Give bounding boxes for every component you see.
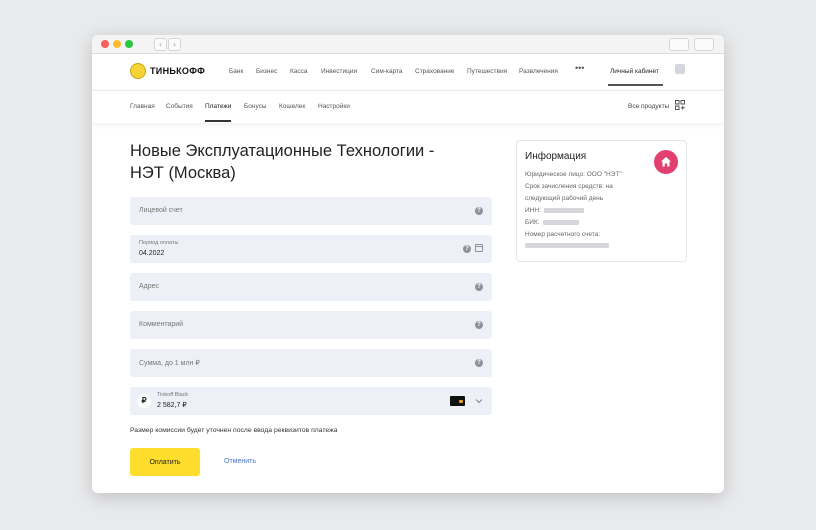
bik-value-redacted xyxy=(542,219,579,225)
address-placeholder: Адрес xyxy=(139,283,160,290)
zoom-window-button[interactable] xyxy=(125,40,133,48)
calendar-icon[interactable] xyxy=(475,244,483,252)
nav-item-business[interactable]: Бизнес xyxy=(256,68,277,75)
payment-period-field[interactable]: Период оплаты 04.2022 ? xyxy=(130,235,492,263)
title-bar: ‹ › xyxy=(92,35,724,54)
chevron-down-icon[interactable] xyxy=(475,397,483,405)
active-indicator xyxy=(608,84,663,86)
logo-text: ТИНЬКОФФ xyxy=(150,66,206,76)
info-panel: Информация Юридическое лицо: ООО "НЭТ" С… xyxy=(516,140,687,262)
transfer-term-line-2: следующий рабочий день xyxy=(525,195,604,202)
info-title: Информация xyxy=(525,151,587,162)
browser-window: ‹ › ТИНЬКОФФ Банк Бизнес Касса Инвестици… xyxy=(92,35,724,493)
account-number-field[interactable]: Лицевой счет ? xyxy=(130,197,492,225)
page-title: Новые Эксплуатационные Технологии - НЭТ … xyxy=(130,142,435,182)
ruble-icon: ₽ xyxy=(137,394,151,408)
subnav-item-events[interactable]: События xyxy=(166,103,193,110)
more-menu-icon[interactable]: ••• xyxy=(575,63,584,73)
commission-note: Размер комиссии будет уточнен после ввод… xyxy=(130,427,338,434)
comment-field[interactable]: Комментарий ? xyxy=(130,311,492,339)
cancel-link[interactable]: Отменить xyxy=(224,458,256,465)
account-number-label: Номер расчетного счета: xyxy=(525,231,601,238)
forward-icon[interactable]: › xyxy=(168,38,181,51)
help-icon[interactable]: ? xyxy=(475,207,483,215)
account-number-placeholder: Лицевой счет xyxy=(139,207,183,214)
tinkoff-logo[interactable]: ТИНЬКОФФ xyxy=(130,63,205,79)
active-tab-indicator xyxy=(205,120,231,122)
subnav-item-payments[interactable]: Платежи xyxy=(205,103,231,110)
all-products-link[interactable]: Все продукты xyxy=(628,103,669,110)
minimize-window-button[interactable] xyxy=(113,40,121,48)
help-icon[interactable]: ? xyxy=(463,245,471,253)
avatar-icon[interactable] xyxy=(675,64,685,74)
amount-field[interactable]: Сумма, до 1 млн ₽ ? xyxy=(130,349,492,377)
home-icon xyxy=(661,157,671,167)
subnav-item-settings[interactable]: Настройки xyxy=(318,103,350,110)
legal-entity: Юридическое лицо: ООО "НЭТ" xyxy=(525,171,622,178)
sub-navigation: Главная События Платежи Бонусы Кошелек Н… xyxy=(92,91,724,123)
subnav-item-bonuses[interactable]: Бонусы xyxy=(244,103,267,110)
home-badge xyxy=(654,150,678,174)
card-image-icon xyxy=(450,396,465,406)
nav-item-investments[interactable]: Инвестиции xyxy=(321,68,357,75)
back-icon[interactable]: ‹ xyxy=(154,38,167,51)
address-field[interactable]: Адрес ? xyxy=(130,273,492,301)
amount-placeholder: Сумма, до 1 млн ₽ xyxy=(139,360,200,367)
comment-placeholder: Комментарий xyxy=(139,321,184,328)
nav-item-travel[interactable]: Путешествия xyxy=(467,68,507,75)
nav-item-bank[interactable]: Банк xyxy=(229,68,243,75)
inn-value-redacted xyxy=(543,207,584,213)
nav-item-kassa[interactable]: Касса xyxy=(290,68,308,75)
nav-item-sim-card[interactable]: Сим-карта xyxy=(371,68,403,75)
share-icon[interactable] xyxy=(669,38,689,51)
card-name: Tinkoff Black xyxy=(157,392,189,398)
tabs-icon[interactable] xyxy=(694,38,714,51)
account-number-row xyxy=(525,242,609,249)
help-icon[interactable]: ? xyxy=(475,321,483,329)
bik-label: БИК: xyxy=(525,219,540,226)
inn-label: ИНН: xyxy=(525,207,541,214)
subnav-item-home[interactable]: Главная xyxy=(130,103,155,110)
close-window-button[interactable] xyxy=(101,40,109,48)
bik-row: БИК: xyxy=(525,219,579,226)
nav-item-entertainment[interactable]: Развлечения xyxy=(519,68,558,75)
help-icon[interactable]: ? xyxy=(475,359,483,367)
transfer-term-line-1: Срок зачисления средств: на xyxy=(525,183,613,190)
payment-period-label: Период оплаты xyxy=(139,240,179,246)
subnav-item-wallet[interactable]: Кошелек xyxy=(279,103,305,110)
inn-row: ИНН: xyxy=(525,207,584,214)
top-navigation: ТИНЬКОФФ Банк Бизнес Касса Инвестиции Си… xyxy=(92,54,724,91)
logo-emblem-icon xyxy=(130,63,146,79)
card-selector[interactable]: ₽ Tinkoff Black 2 582,7 ₽ xyxy=(130,387,492,415)
card-balance: 2 582,7 ₽ xyxy=(157,402,187,409)
help-icon[interactable]: ? xyxy=(475,283,483,291)
account-number-redacted xyxy=(525,242,609,248)
products-grid-icon[interactable] xyxy=(675,100,685,110)
nav-item-insurance[interactable]: Страхование xyxy=(415,68,455,75)
pay-button[interactable]: Оплатить xyxy=(130,448,200,476)
personal-account-link[interactable]: Личный кабинет xyxy=(610,68,659,75)
payment-period-value: 04.2022 xyxy=(139,250,165,257)
